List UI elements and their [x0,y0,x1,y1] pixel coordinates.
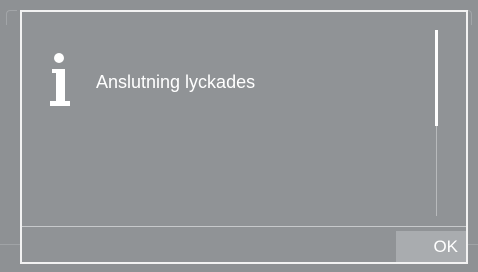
background-corner-left [6,10,17,25]
ok-button[interactable]: OK [396,231,466,262]
info-icon [50,53,70,106]
screen: Anslutning lyckades OK [0,0,478,272]
dialog-divider [22,226,466,227]
dialog-message: Anslutning lyckades [96,72,256,92]
scrollbar-thumb[interactable] [435,30,438,126]
info-dialog: Anslutning lyckades OK [20,10,468,264]
